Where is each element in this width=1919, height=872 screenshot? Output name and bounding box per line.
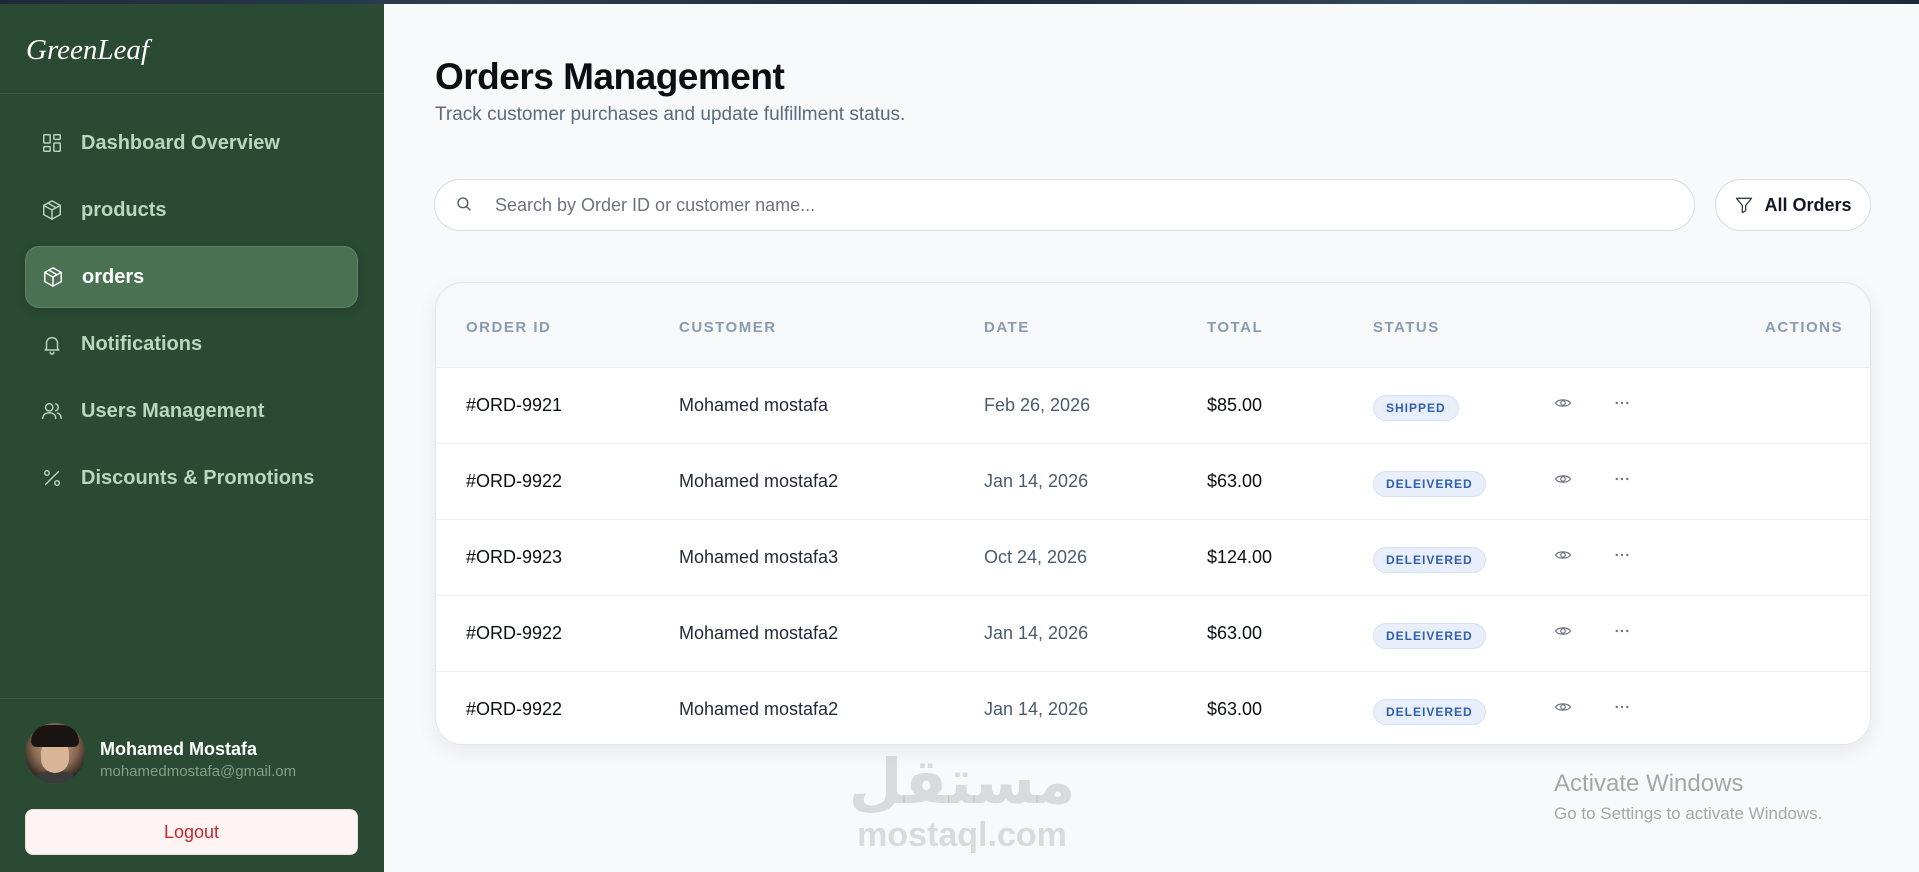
search-icon xyxy=(455,195,475,215)
sidebar-item-label: Dashboard Overview xyxy=(81,131,280,154)
brand-logo[interactable]: GreenLeaf xyxy=(26,34,149,66)
column-header-status[interactable]: STATUS xyxy=(1373,319,1440,336)
order-id: #ORD-9922 xyxy=(466,471,563,491)
sidebar-item-dashboard[interactable]: Dashboard Overview xyxy=(25,112,358,174)
brand: GreenLeaf xyxy=(0,4,384,94)
order-id: #ORD-9922 xyxy=(466,699,563,719)
order-total: $63.00 xyxy=(1207,699,1263,719)
watermark-arabic: مستقل xyxy=(848,745,1076,818)
table-row[interactable]: #ORD-9921 Mohamed mostafa Feb 26, 2026 $… xyxy=(436,367,1870,443)
mostaql-watermark: مستقل mostaql.com xyxy=(842,750,1082,855)
sidebar-item-orders[interactable]: orders xyxy=(25,246,358,308)
order-total: $124.00 xyxy=(1207,547,1273,567)
table-header: ORDER ID CUSTOMER DATE TOTAL STATUS ACTI… xyxy=(436,283,1870,367)
more-options-icon[interactable] xyxy=(1611,620,1633,642)
table-row[interactable]: #ORD-9922 Mohamed mostafa2 Jan 14, 2026 … xyxy=(436,443,1870,519)
sidebar-nav: Dashboard Overview products orders Notif… xyxy=(0,94,384,509)
user-email: mohamedmostafa@gmail.om xyxy=(100,763,297,780)
search-bar xyxy=(434,179,1695,231)
status-badge: DELEIVERED xyxy=(1373,471,1486,497)
sidebar: GreenLeaf Dashboard Overview products or… xyxy=(0,4,384,872)
more-options-icon[interactable] xyxy=(1611,544,1633,566)
eye-icon[interactable] xyxy=(1552,544,1574,566)
table-row[interactable]: #ORD-9923 Mohamed mostafa3 Oct 24, 2026 … xyxy=(436,519,1870,595)
sidebar-item-products[interactable]: products xyxy=(25,179,358,241)
table-row[interactable]: #ORD-9922 Mohamed mostafa2 Jan 14, 2026 … xyxy=(436,671,1870,744)
more-options-icon[interactable] xyxy=(1611,392,1633,414)
filter-button[interactable]: All Orders xyxy=(1715,179,1871,231)
order-date: Oct 24, 2026 xyxy=(984,547,1088,567)
user-name: Mohamed Mostafa xyxy=(100,739,258,759)
customer-name: Mohamed mostafa2 xyxy=(679,623,839,643)
order-id: #ORD-9921 xyxy=(466,395,563,415)
eye-icon[interactable] xyxy=(1552,620,1574,642)
customer-name: Mohamed mostafa2 xyxy=(679,699,839,719)
sidebar-item-label: Discounts & Promotions xyxy=(81,466,315,489)
sidebar-item-label: Notifications xyxy=(81,332,203,355)
order-total: $63.00 xyxy=(1207,471,1263,491)
order-total: $63.00 xyxy=(1207,623,1263,643)
page-subtitle: Track customer purchases and update fulf… xyxy=(435,104,906,125)
eye-icon[interactable] xyxy=(1552,392,1574,414)
table-row[interactable]: #ORD-9922 Mohamed mostafa2 Jan 14, 2026 … xyxy=(436,595,1870,671)
order-date: Jan 14, 2026 xyxy=(984,623,1089,643)
page-title: Orders Management xyxy=(435,56,785,97)
activate-windows-overlay: Activate Windows Go to Settings to activ… xyxy=(1554,770,1822,824)
more-options-icon[interactable] xyxy=(1611,468,1633,490)
column-header-total[interactable]: TOTAL xyxy=(1207,319,1263,336)
column-header-order-id[interactable]: ORDER ID xyxy=(466,319,551,336)
eye-icon[interactable] xyxy=(1552,696,1574,718)
customer-name: Mohamed mostafa xyxy=(679,395,829,415)
sidebar-item-label: orders xyxy=(82,265,145,288)
sidebar-item-notifications[interactable]: Notifications xyxy=(25,313,358,375)
customer-name: Mohamed mostafa3 xyxy=(679,547,839,567)
column-header-date[interactable]: DATE xyxy=(984,319,1030,336)
activate-message: Go to Settings to activate Windows. xyxy=(1554,804,1823,823)
bell-icon xyxy=(41,333,63,355)
order-date: Feb 26, 2026 xyxy=(984,395,1091,415)
logout-button[interactable]: Logout xyxy=(25,809,358,855)
order-id: #ORD-9922 xyxy=(466,623,563,643)
order-total: $85.00 xyxy=(1207,395,1263,415)
column-header-customer[interactable]: CUSTOMER xyxy=(679,319,777,336)
order-id: #ORD-9923 xyxy=(466,547,563,567)
activate-title: Activate Windows xyxy=(1554,770,1744,797)
status-badge: DELEIVERED xyxy=(1373,699,1486,725)
sidebar-item-label: Users Management xyxy=(81,399,265,422)
box-icon xyxy=(41,199,63,221)
box-icon xyxy=(42,266,64,288)
column-header-actions: ACTIONS xyxy=(1765,319,1843,336)
filter-icon xyxy=(1734,195,1754,215)
filter-label: All Orders xyxy=(1764,194,1852,215)
eye-icon[interactable] xyxy=(1552,468,1574,490)
grid-icon xyxy=(41,132,63,154)
users-icon xyxy=(41,400,63,422)
sidebar-item-users[interactable]: Users Management xyxy=(25,380,358,442)
orders-table: ORDER ID CUSTOMER DATE TOTAL STATUS ACTI… xyxy=(435,282,1871,745)
sidebar-item-label: products xyxy=(81,198,167,221)
customer-name: Mohamed mostafa2 xyxy=(679,471,839,491)
order-date: Jan 14, 2026 xyxy=(984,471,1089,491)
user-panel: Mohamed Mostafa mohamedmostafa@gmail.om … xyxy=(0,698,384,872)
status-badge: SHIPPED xyxy=(1373,395,1459,421)
avatar[interactable] xyxy=(25,723,85,783)
status-badge: DELEIVERED xyxy=(1373,547,1486,573)
sidebar-item-discounts[interactable]: Discounts & Promotions xyxy=(25,447,358,509)
more-options-icon[interactable] xyxy=(1611,696,1633,718)
percent-icon xyxy=(41,467,63,489)
search-input[interactable] xyxy=(495,194,1694,216)
main-content: Orders Management Track customer purchas… xyxy=(384,4,1919,872)
status-badge: DELEIVERED xyxy=(1373,623,1486,649)
watermark-latin: mostaql.com xyxy=(857,816,1067,854)
order-date: Jan 14, 2026 xyxy=(984,699,1089,719)
